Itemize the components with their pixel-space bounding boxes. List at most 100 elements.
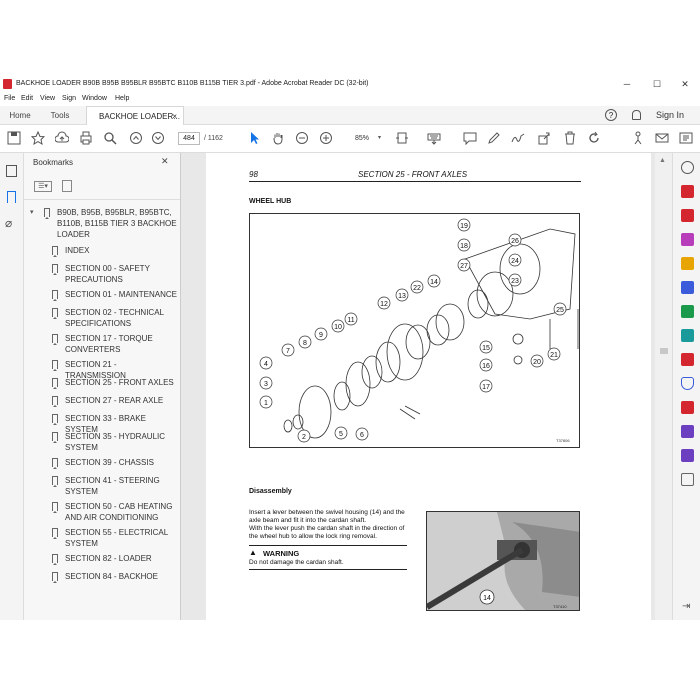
bookmark-root[interactable]: ▾ B90B, B95B, B95BLR, B95BTC, B110B, B11… [24,207,180,241]
page-number-input[interactable]: 484 [178,132,200,145]
bell-icon[interactable] [632,110,641,120]
more-tools-icon[interactable] [681,473,694,486]
page-thumbnails-icon[interactable] [6,165,17,177]
tab-document-label: BACKHOE LOADER... [99,112,180,121]
warning-icon: ▲ [249,548,257,557]
bookmark-options-icon[interactable]: ☰▾ [34,181,52,192]
request-signature-icon[interactable] [681,425,694,438]
callout-8: 8 [298,335,312,349]
menu-edit[interactable]: Edit [21,92,33,106]
warning-top-rule [249,545,407,546]
upload-cloud-icon[interactable] [54,130,70,146]
comment-tool-icon[interactable] [681,257,694,270]
comment-icon[interactable] [462,130,478,146]
trash-icon[interactable] [562,130,578,146]
rotate-icon[interactable] [586,130,602,146]
menu-file[interactable]: File [4,92,15,106]
vertical-scrollbar[interactable]: ▲ [655,153,672,620]
photo-drawing: 14 T37410 [427,512,579,610]
export-pdf-icon[interactable] [681,185,694,198]
zoom-search-icon[interactable] [681,161,694,174]
bookmark-label: INDEX [65,246,90,255]
scan-ocr-icon[interactable] [681,329,694,342]
collapse-panel-icon[interactable]: ⇥ [682,601,690,612]
menu-sign[interactable]: Sign [62,92,76,106]
callout-label: 9 [319,332,323,339]
callout-label: 26 [511,238,519,245]
sign-in-button[interactable]: Sign In [656,106,684,125]
callout-label: 1 [264,400,268,407]
bookmark-icon [52,308,58,319]
paragraph-1: Insert a lever between the swivel housin… [249,509,405,524]
callout-label: 20 [533,359,541,366]
hand-tool-icon[interactable] [270,130,286,146]
select-cursor-icon[interactable] [246,130,262,146]
zoom-in-icon[interactable] [318,130,334,146]
save-icon[interactable] [6,130,22,146]
protect-icon[interactable] [681,377,694,390]
callout-6: 6 [355,427,369,441]
find-bookmark-icon[interactable] [62,180,72,192]
paperclip-icon[interactable]: ⌀ [5,216,12,230]
bookmark-icon[interactable] [7,191,16,203]
send-for-signature-icon[interactable] [681,401,694,414]
scroll-up-icon[interactable]: ▲ [659,157,666,164]
close-icon[interactable]: ✕ [161,156,169,167]
zoom-level-select[interactable]: 85% [345,132,379,145]
close-window-button[interactable]: ✕ [670,76,700,92]
tab-home[interactable]: Home [0,106,40,125]
title-bar: BACKHOE LOADER B90B B95B B95BLR B95BTC B… [0,76,700,92]
star-icon[interactable] [30,130,46,146]
menu-help[interactable]: Help [115,92,129,106]
search-icon[interactable] [102,130,118,146]
create-pdf-icon[interactable] [681,209,694,222]
callout-label: 12 [380,301,388,308]
organize-pages-icon[interactable] [681,305,694,318]
fit-page-icon[interactable] [394,130,410,146]
pen-icon[interactable] [486,130,502,146]
mail-icon[interactable] [654,130,670,146]
previous-page-icon[interactable] [128,130,144,146]
print-icon[interactable] [78,130,94,146]
tab-document[interactable]: BACKHOE LOADER... × [86,106,184,125]
more-tools-icon[interactable] [678,130,694,146]
callout-16: 16 [479,358,493,372]
bookmarks-panel: Bookmarks ✕ ☰▾ ▾ B90B, B95B, B95BLR, B95… [24,153,181,620]
tab-close-icon[interactable]: × [172,107,177,126]
navigation-rail: ⌀ [0,153,24,620]
keyboard-icon[interactable] [426,130,442,146]
chevron-down-icon[interactable]: ▾ [30,207,34,218]
bookmark-icon [52,396,58,407]
accessibility-icon[interactable] [630,130,646,146]
menu-window[interactable]: Window [82,92,107,106]
menu-view[interactable]: View [40,92,55,106]
callout-label: 10 [334,324,342,331]
tools-rail: ⇥ [672,153,700,620]
callout-22: 22 [410,280,424,294]
sign-icon[interactable] [510,130,526,146]
photo-code: T37410 [553,604,567,609]
bookmark-icon [52,458,58,469]
zoom-out-icon[interactable] [294,130,310,146]
bookmark-label: SECTION 41 - STEERING SYSTEM [65,476,160,496]
callout-4: 4 [259,356,273,370]
share-icon[interactable] [536,130,552,146]
section-header: SECTION 25 - FRONT AXLES [358,170,468,179]
callout-15: 15 [479,340,493,354]
warning-text: Do not damage the cardan shaft. [249,559,344,566]
warning-title: WARNING [263,549,300,558]
scroll-thumb[interactable] [660,348,668,354]
fill-sign-icon[interactable] [681,353,694,366]
tab-tools[interactable]: Tools [40,106,80,125]
maximize-button[interactable]: ☐ [642,76,672,92]
chevron-down-icon[interactable]: ▾ [378,134,381,141]
next-page-icon[interactable] [150,130,166,146]
combine-files-icon[interactable] [681,281,694,294]
callout-label: 24 [511,258,519,265]
figure-code: T37806 [556,438,570,443]
prepare-form-icon[interactable] [681,449,694,462]
minimize-button[interactable]: ─ [612,76,642,92]
edit-pdf-icon[interactable] [681,233,694,246]
help-icon[interactable]: ? [605,109,617,121]
bookmark-label: SECTION 84 - BACKHOE [65,572,158,581]
